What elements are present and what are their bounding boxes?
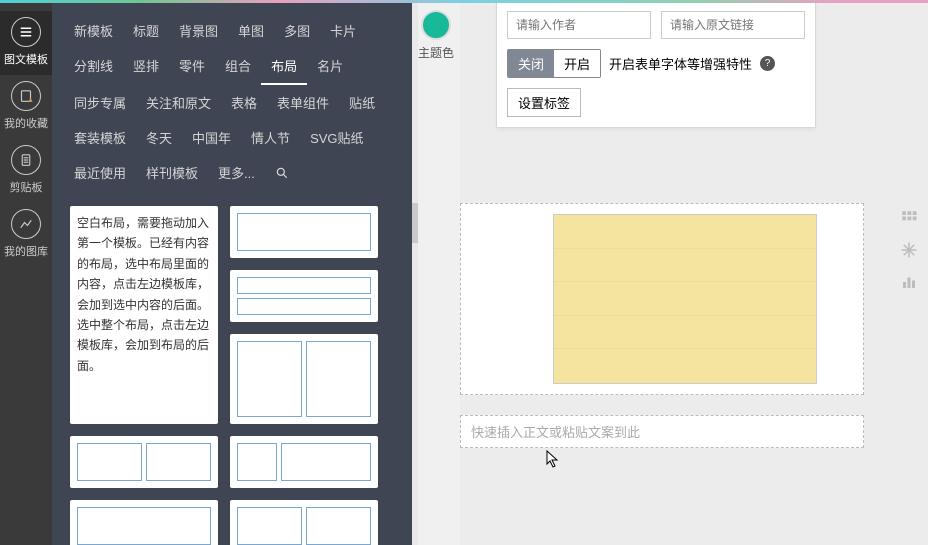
view-icons: [900, 209, 918, 291]
rail-templates[interactable]: 图文模板: [0, 11, 52, 75]
tab-item[interactable]: 表单组件: [267, 85, 339, 120]
tab-item[interactable]: 单图: [228, 13, 274, 48]
help-icon[interactable]: ?: [760, 56, 775, 71]
editor-area: 关闭 开启 开启表单字体等增强特性 ? 设置标签 快速插入正文或粘贴文案到此: [460, 3, 928, 545]
icon-rail: 图文模板 我的收藏 剪贴板 我的图库: [0, 3, 52, 545]
tab-item[interactable]: 样刊模板: [136, 155, 208, 190]
template-help-card: 空白布局，需要拖动加入第一个模板。已经有内容的布局，选中布局里面的内容，点击左边…: [70, 206, 218, 424]
doc-star-icon: [11, 81, 41, 111]
tab-item[interactable]: 表格: [221, 85, 267, 120]
theme-swatch-icon: [421, 10, 451, 40]
feature-toggle[interactable]: 关闭 开启: [507, 49, 601, 78]
tab-more[interactable]: 更多...: [208, 155, 265, 190]
tab-rows: 新模板 标题 背景图 单图 多图 卡片 分割线 竖排 零件 组合 布局 名片 同…: [52, 3, 412, 194]
author-input[interactable]: [507, 11, 651, 39]
rail-label: 图文模板: [4, 51, 48, 67]
grid-icon[interactable]: [900, 209, 918, 227]
template-single[interactable]: [230, 206, 378, 258]
snowflake-icon[interactable]: [900, 241, 918, 259]
sidebar: 新模板 标题 背景图 单图 多图 卡片 分割线 竖排 零件 组合 布局 名片 同…: [52, 3, 412, 545]
rail-gallery[interactable]: 我的图库: [0, 203, 52, 267]
set-tags-button[interactable]: 设置标签: [507, 88, 581, 117]
tab-item[interactable]: 贴纸: [339, 85, 385, 120]
template-split[interactable]: [230, 436, 378, 488]
template-two-cols[interactable]: [230, 334, 378, 424]
canvas-wrap: 快速插入正文或粘贴文案到此: [460, 203, 870, 448]
tab-item[interactable]: 零件: [169, 48, 215, 85]
rail-label: 剪贴板: [10, 179, 43, 195]
form-panel: 关闭 开启 开启表单字体等增强特性 ? 设置标签: [496, 3, 816, 128]
tab-layout[interactable]: 布局: [261, 48, 307, 85]
theme-color[interactable]: 主题色: [418, 10, 454, 61]
tab-item[interactable]: 中国年: [182, 120, 241, 155]
tab-item[interactable]: 关注和原文: [136, 85, 221, 120]
toggle-on[interactable]: 开启: [554, 50, 600, 77]
tab-item[interactable]: 冬天: [136, 120, 182, 155]
tab-item[interactable]: 竖排: [123, 48, 169, 85]
template-two-rows[interactable]: [230, 270, 378, 322]
insert-placeholder[interactable]: 快速插入正文或粘贴文案到此: [460, 415, 864, 448]
tab-item[interactable]: 卡片: [320, 13, 366, 48]
template-card[interactable]: [70, 500, 218, 545]
tab-item[interactable]: 标题: [123, 13, 169, 48]
rail-clipboard[interactable]: 剪贴板: [0, 139, 52, 203]
search-icon[interactable]: [265, 155, 299, 190]
rail-favorites[interactable]: 我的收藏: [0, 75, 52, 139]
tab-item[interactable]: 同步专属: [64, 85, 136, 120]
tab-item[interactable]: 组合: [215, 48, 261, 85]
source-input[interactable]: [661, 11, 805, 39]
tab-item[interactable]: 情人节: [241, 120, 300, 155]
toggle-off[interactable]: 关闭: [508, 50, 554, 77]
image-icon: [11, 209, 41, 239]
rail-label: 我的收藏: [4, 115, 48, 131]
chart-icon[interactable]: [900, 273, 918, 291]
canvas[interactable]: [460, 203, 864, 395]
tab-item[interactable]: 名片: [307, 48, 353, 85]
theme-label: 主题色: [418, 44, 454, 61]
scrollbar-track[interactable]: [412, 3, 418, 545]
rail-label: 我的图库: [4, 243, 48, 259]
tab-item[interactable]: 新模板: [64, 13, 123, 48]
menu-icon: [11, 17, 41, 47]
template-two-cols-short[interactable]: [70, 436, 218, 488]
tab-item[interactable]: 多图: [274, 13, 320, 48]
tab-item[interactable]: 分割线: [64, 48, 123, 85]
scrollbar-thumb[interactable]: [412, 203, 418, 243]
template-card[interactable]: [230, 500, 378, 545]
tab-item[interactable]: SVG贴纸: [300, 120, 373, 155]
clipboard-icon: [11, 145, 41, 175]
content-block[interactable]: [553, 214, 817, 384]
tab-item[interactable]: 背景图: [169, 13, 228, 48]
toggle-label: 开启表单字体等增强特性: [609, 54, 752, 73]
tab-item[interactable]: 套装模板: [64, 120, 136, 155]
template-scroll[interactable]: 空白布局，需要拖动加入第一个模板。已经有内容的布局，选中布局里面的内容，点击左边…: [52, 194, 412, 545]
tab-item[interactable]: 最近使用: [64, 155, 136, 190]
